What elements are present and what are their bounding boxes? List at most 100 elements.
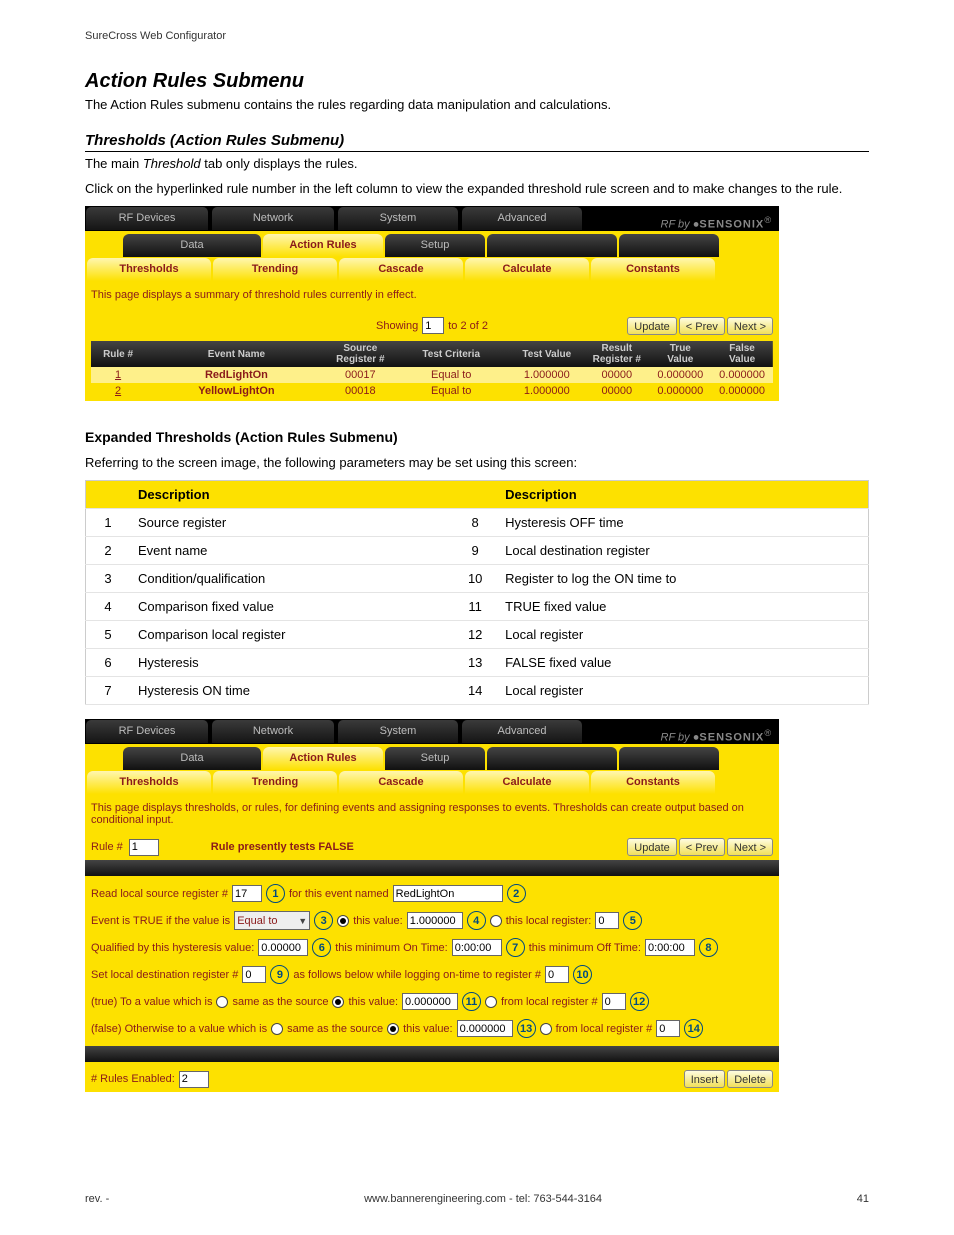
tab-blank [619, 234, 719, 257]
callout-5: 5 [623, 911, 642, 930]
radio-false-same[interactable] [271, 1023, 283, 1035]
callout-13: 13 [517, 1019, 536, 1038]
radio-this-value[interactable] [337, 915, 349, 927]
event-name-input[interactable] [393, 885, 503, 902]
rule-status: Rule presently tests FALSE [211, 841, 354, 853]
callout-9: 9 [270, 965, 289, 984]
col-rule: Rule # [91, 341, 145, 367]
true-register-input[interactable] [602, 993, 626, 1010]
next-button[interactable]: Next > [727, 317, 773, 335]
callout-1: 1 [266, 884, 285, 903]
tab-blank [619, 747, 719, 770]
tab-data[interactable]: Data [123, 747, 261, 770]
tab-action-rules[interactable]: Action Rules [263, 747, 383, 770]
ui2-desc: This page displays thresholds, or rules,… [91, 800, 773, 838]
col-desc-right: Description [497, 481, 868, 509]
tab-cascade[interactable]: Cascade [339, 771, 463, 794]
callout-2: 2 [507, 884, 526, 903]
radio-local-register[interactable] [490, 915, 502, 927]
next-button[interactable]: Next > [727, 838, 773, 856]
false-register-input[interactable] [656, 1020, 680, 1037]
tab-constants[interactable]: Constants [591, 258, 715, 281]
callout-14: 14 [684, 1019, 703, 1038]
callout-8: 8 [699, 938, 718, 957]
table-row: 1 RedLightOn 00017 Equal to 1.000000 000… [91, 367, 773, 383]
tab-rf-devices[interactable]: RF Devices [85, 206, 209, 231]
tab-trending[interactable]: Trending [213, 771, 337, 794]
rule-label: Rule # [91, 841, 123, 853]
tab-network[interactable]: Network [211, 206, 335, 231]
screenshot-2: RF Devices Network System Advanced RF by… [85, 719, 779, 1092]
rule-link[interactable]: 1 [91, 367, 145, 383]
insert-button[interactable]: Insert [684, 1070, 726, 1088]
tab-advanced[interactable]: Advanced [461, 719, 583, 744]
radio-false-value[interactable] [387, 1023, 399, 1035]
prev-button[interactable]: < Prev [679, 317, 725, 335]
radio-true-register[interactable] [485, 996, 497, 1008]
page-header: SureCross Web Configurator [85, 30, 869, 42]
hysteresis-input[interactable] [258, 939, 308, 956]
compare-value-input[interactable] [407, 912, 463, 929]
callout-4: 4 [467, 911, 486, 930]
showing-label: Showing [376, 320, 418, 332]
tab-network[interactable]: Network [211, 719, 335, 744]
callout-12: 12 [630, 992, 649, 1011]
tab-thresholds[interactable]: Thresholds [87, 771, 211, 794]
tab-data[interactable]: Data [123, 234, 261, 257]
rules-enabled-label: # Rules Enabled: [91, 1073, 175, 1085]
tab-trending[interactable]: Trending [213, 258, 337, 281]
rule-link[interactable]: 2 [91, 383, 145, 399]
tab-calculate[interactable]: Calculate [465, 258, 589, 281]
sub1-p1: The main Threshold tab only displays the… [85, 156, 869, 171]
tab-rf-devices[interactable]: RF Devices [85, 719, 209, 744]
tab-blank [487, 234, 617, 257]
radio-true-same[interactable] [216, 996, 228, 1008]
update-button[interactable]: Update [627, 838, 676, 856]
col-desc-left: Description [130, 481, 453, 509]
col-true: True Value [649, 341, 711, 367]
showing-input[interactable] [422, 317, 444, 334]
tab-advanced[interactable]: Advanced [461, 206, 583, 231]
col-criteria: Test Criteria [393, 341, 509, 367]
footer-page: 41 [857, 1193, 869, 1205]
callout-10: 10 [573, 965, 592, 984]
col-result: Result Register # [584, 341, 649, 367]
footer-rev: rev. - [85, 1193, 109, 1205]
brand-logo: RF by ●SENSONIX® [585, 215, 779, 231]
rule-input[interactable] [129, 839, 159, 856]
off-time-input[interactable] [645, 939, 695, 956]
sub1-p2: Click on the hyperlinked rule number in … [85, 181, 869, 196]
col-source: Source Register # [328, 341, 393, 367]
page-title: Action Rules Submenu [85, 70, 869, 93]
description-table: Description Description 1Source register… [85, 480, 869, 705]
rules-enabled-input[interactable] [179, 1071, 209, 1088]
source-register-input[interactable] [232, 885, 262, 902]
false-value-input[interactable] [457, 1020, 513, 1037]
tab-calculate[interactable]: Calculate [465, 771, 589, 794]
compare-register-input[interactable] [595, 912, 619, 929]
prev-button[interactable]: < Prev [679, 838, 725, 856]
true-value-input[interactable] [402, 993, 458, 1010]
tab-thresholds[interactable]: Thresholds [87, 258, 211, 281]
on-time-input[interactable] [452, 939, 502, 956]
radio-false-register[interactable] [540, 1023, 552, 1035]
ui1-desc: This page displays a summary of threshol… [91, 287, 773, 313]
tab-system[interactable]: System [337, 206, 459, 231]
callout-6: 6 [312, 938, 331, 957]
col-false: False Value [711, 341, 773, 367]
tab-setup[interactable]: Setup [385, 234, 485, 257]
tab-system[interactable]: System [337, 719, 459, 744]
brand-logo: RF by ●SENSONIX® [585, 728, 779, 744]
condition-select[interactable]: Equal to▼ [234, 911, 310, 930]
sub-heading-1: Thresholds (Action Rules Submenu) [85, 132, 869, 152]
radio-true-value[interactable] [332, 996, 344, 1008]
delete-button[interactable]: Delete [727, 1070, 773, 1088]
tab-cascade[interactable]: Cascade [339, 258, 463, 281]
tab-setup[interactable]: Setup [385, 747, 485, 770]
dest-register-input[interactable] [242, 966, 266, 983]
tab-constants[interactable]: Constants [591, 771, 715, 794]
log-register-input[interactable] [545, 966, 569, 983]
tab-action-rules[interactable]: Action Rules [263, 234, 383, 257]
update-button[interactable]: Update [627, 317, 676, 335]
col-event: Event Name [145, 341, 328, 367]
